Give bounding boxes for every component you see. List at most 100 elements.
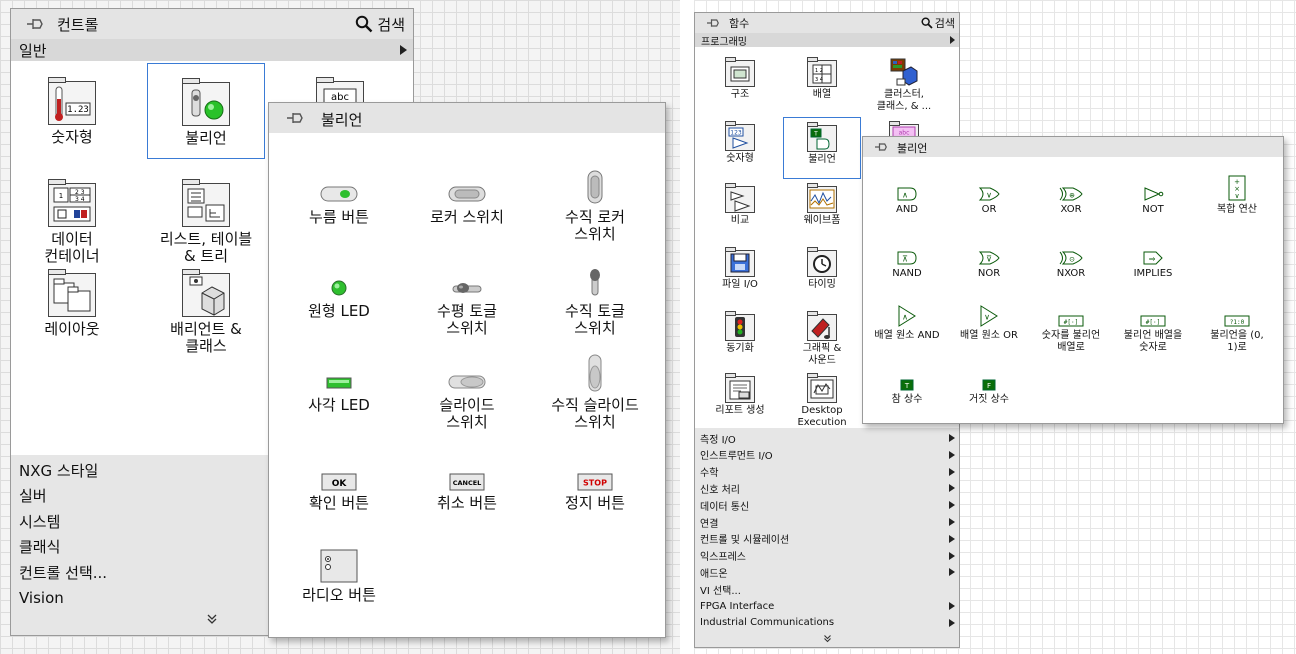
true-constant-icon: T bbox=[865, 365, 949, 391]
functions-tile-structures[interactable]: 구조 bbox=[701, 53, 779, 115]
menu-item-label: 데이터 통신 bbox=[700, 501, 750, 513]
boolean-func-popup-titlebar[interactable]: 불리언 bbox=[863, 137, 1283, 157]
palette-title: 컨트롤 bbox=[57, 16, 99, 34]
functions-menu-item[interactable]: 신호 처리 bbox=[695, 480, 959, 496]
functions-menu-item[interactable]: 컨트롤 및 시뮬레이션 bbox=[695, 531, 959, 547]
functions-tile-graphics-sound[interactable]: 그래픽 & 사운드 bbox=[783, 307, 861, 369]
controls-tile-list-table-tree[interactable]: 리스트, 테이블 & 트리 bbox=[147, 165, 265, 265]
functions-tile-boolean-func[interactable]: T 불리언 bbox=[783, 117, 861, 179]
functions-menu-item[interactable]: 익스프레스 bbox=[695, 548, 959, 564]
functions-menu-item[interactable]: 연결 bbox=[695, 514, 959, 530]
pin-icon[interactable] bbox=[705, 17, 721, 29]
category-row-general[interactable]: 일반 bbox=[11, 39, 413, 61]
functions-menu-item[interactable]: 측정 I/O bbox=[695, 430, 959, 446]
pin-icon[interactable] bbox=[873, 141, 889, 153]
functions-tile-comparison[interactable]: 비교 bbox=[701, 179, 779, 241]
boolean-control-ok-button[interactable]: OK 확인 버튼 bbox=[275, 451, 403, 537]
boolean-function-or-array-elements[interactable]: ∨ 배열 원소 OR bbox=[947, 301, 1031, 359]
boolean-function-false-constant[interactable]: F 거짓 상수 bbox=[947, 365, 1031, 423]
functions-tile-cluster-class[interactable]: 클러스터, 클래스, & ... bbox=[865, 53, 943, 115]
pin-icon[interactable] bbox=[285, 110, 305, 126]
functions-menu-item[interactable]: 수학 bbox=[695, 464, 959, 480]
boolean-control-vertical-rocker[interactable]: 수직 로커 스위치 bbox=[531, 165, 659, 251]
boolean-control-rocker-switch[interactable]: 로커 스위치 bbox=[403, 165, 531, 251]
svg-text:⇒: ⇒ bbox=[1149, 255, 1156, 264]
boolean-function-or[interactable]: ∨ OR bbox=[947, 175, 1031, 233]
double-chevron-down-icon[interactable] bbox=[823, 634, 832, 643]
menu-item-label: 시스템 bbox=[19, 512, 61, 531]
boolean-control-square-led[interactable]: 사각 LED bbox=[275, 353, 403, 439]
controls-tile-data-container[interactable]: 12 33 4 데이터 컨테이너 bbox=[13, 165, 131, 265]
controls-tile-layout[interactable]: 레이아웃 bbox=[13, 255, 131, 351]
functions-tile-synchronization[interactable]: 동기화 bbox=[701, 307, 779, 369]
submenu-arrow-icon bbox=[949, 602, 955, 610]
boolean-function-nand[interactable]: ⊼ NAND bbox=[865, 239, 949, 297]
controls-tile-numeric[interactable]: 1.23 숫자형 bbox=[13, 63, 131, 159]
controls-tile-variant-class[interactable]: 배리언트 & 클래스 bbox=[147, 255, 265, 355]
category-row-programming[interactable]: 프로그래밍 bbox=[695, 33, 959, 48]
functions-tile-timing[interactable]: 타이밍 bbox=[783, 243, 861, 305]
boolean-control-stop-button[interactable]: STOP 정지 버튼 bbox=[531, 451, 659, 537]
nor-icon: ⊽ bbox=[947, 239, 1031, 265]
svg-text:1: 1 bbox=[59, 192, 63, 200]
category-expand-arrow-icon[interactable] bbox=[400, 45, 407, 55]
boolean-popup-titlebar[interactable]: 불리언 bbox=[269, 103, 665, 133]
boolean-control-cancel-button[interactable]: CANCEL 취소 버튼 bbox=[403, 451, 531, 537]
structures-icon bbox=[725, 57, 755, 87]
controls-palette-titlebar[interactable]: 컨트롤 검색 bbox=[11, 9, 413, 39]
boolean-function-boolean-array-to-number[interactable]: #[·] 불리언 배열을 숫자로 bbox=[1111, 301, 1195, 359]
boolean-function-boolean-to-01[interactable]: ?1:0 불리언을 (0, 1)로 bbox=[1195, 301, 1279, 359]
functions-tile-waveform[interactable]: 웨이브폼 bbox=[783, 179, 861, 241]
false-constant-icon: F bbox=[947, 365, 1031, 391]
search-button[interactable]: 검색 bbox=[355, 12, 405, 36]
boolean-function-not[interactable]: NOT bbox=[1111, 175, 1195, 233]
boolean-function-nor[interactable]: ⊽ NOR bbox=[947, 239, 1031, 297]
boolean-function-implies[interactable]: ⇒ IMPLIES bbox=[1111, 239, 1195, 297]
boolean-control-round-led[interactable]: 원형 LED bbox=[275, 259, 403, 345]
menu-item-label: 컨트롤 및 시뮬레이션 bbox=[700, 535, 790, 547]
functions-tile-desktop-execution-trace[interactable]: Desktop Execution Trac... bbox=[783, 369, 861, 439]
boolean-function-and-array-elements[interactable]: ∧ 배열 원소 AND bbox=[865, 301, 949, 359]
boolean-function-nxor[interactable]: ⊙ NXOR bbox=[1029, 239, 1113, 297]
boolean-function-true-constant[interactable]: T 참 상수 bbox=[865, 365, 949, 423]
boolean-control-push-button[interactable]: 누름 버튼 bbox=[275, 165, 403, 251]
functions-menu-item[interactable]: 데이터 통신 bbox=[695, 497, 959, 513]
category-expand-arrow-icon[interactable] bbox=[950, 36, 955, 44]
boolean-control-vertical-slide[interactable]: 수직 슬라이드 스위치 bbox=[531, 353, 659, 439]
controls-tile-boolean[interactable]: 불리언 bbox=[147, 63, 265, 159]
functions-menu-item[interactable]: 인스트루먼트 I/O bbox=[695, 447, 959, 463]
numeric-icon: 1.23 bbox=[48, 77, 96, 125]
item-label: 원형 LED bbox=[308, 302, 370, 320]
functions-menu-item[interactable]: Industrial Communications bbox=[695, 615, 959, 631]
functions-palette-titlebar[interactable]: 함수 검색 bbox=[695, 13, 959, 33]
double-chevron-down-icon[interactable] bbox=[206, 613, 218, 625]
tile-label: 타이밍 bbox=[808, 279, 836, 290]
vertical-slide-icon bbox=[531, 353, 659, 393]
boolean-control-vertical-toggle[interactable]: 수직 토글 스위치 bbox=[531, 259, 659, 345]
pin-icon[interactable] bbox=[25, 16, 45, 32]
item-label: 사각 LED bbox=[308, 396, 370, 414]
item-label: 정지 버튼 bbox=[565, 494, 625, 512]
functions-tile-array[interactable]: 1 2 3 4 배열 bbox=[783, 53, 861, 115]
boolean-control-slide-switch[interactable]: 슬라이드 스위치 bbox=[403, 353, 531, 439]
functions-menu-item[interactable]: 애드온 bbox=[695, 564, 959, 580]
boolean-function-compound-arithmetic[interactable]: + × ∨ 복합 연산 bbox=[1195, 175, 1279, 233]
boolean-control-horizontal-toggle[interactable]: 수평 토글 스위치 bbox=[403, 259, 531, 345]
functions-tile-file-io[interactable]: 파일 I/O bbox=[701, 243, 779, 305]
tile-label: 불리언 bbox=[185, 129, 227, 147]
ok-button-icon: OK bbox=[275, 451, 403, 491]
boolean-function-xor[interactable]: ⊕ XOR bbox=[1029, 175, 1113, 233]
or-array-elements-icon: ∨ bbox=[947, 301, 1031, 327]
functions-menu-item[interactable]: FPGA Interface bbox=[695, 598, 959, 614]
functions-tile-numeric-func[interactable]: 123 숫자형 bbox=[701, 117, 779, 179]
functions-tile-report-generation[interactable]: 리포트 생성 bbox=[701, 369, 779, 431]
tile-label: 클러스터, 클래스, & ... bbox=[876, 89, 932, 112]
submenu-arrow-icon bbox=[949, 618, 955, 627]
functions-menu-item[interactable]: VI 선택... bbox=[695, 581, 959, 597]
svg-text:F: F bbox=[987, 382, 991, 390]
submenu-arrow-icon bbox=[949, 467, 955, 476]
boolean-function-and[interactable]: ∧ AND bbox=[865, 175, 949, 233]
boolean-control-radio-buttons[interactable]: 라디오 버튼 bbox=[275, 543, 403, 629]
search-button[interactable]: 검색 bbox=[921, 15, 955, 31]
boolean-function-number-to-boolean-array[interactable]: #[·] 숫자를 불리언 배열로 bbox=[1029, 301, 1113, 359]
